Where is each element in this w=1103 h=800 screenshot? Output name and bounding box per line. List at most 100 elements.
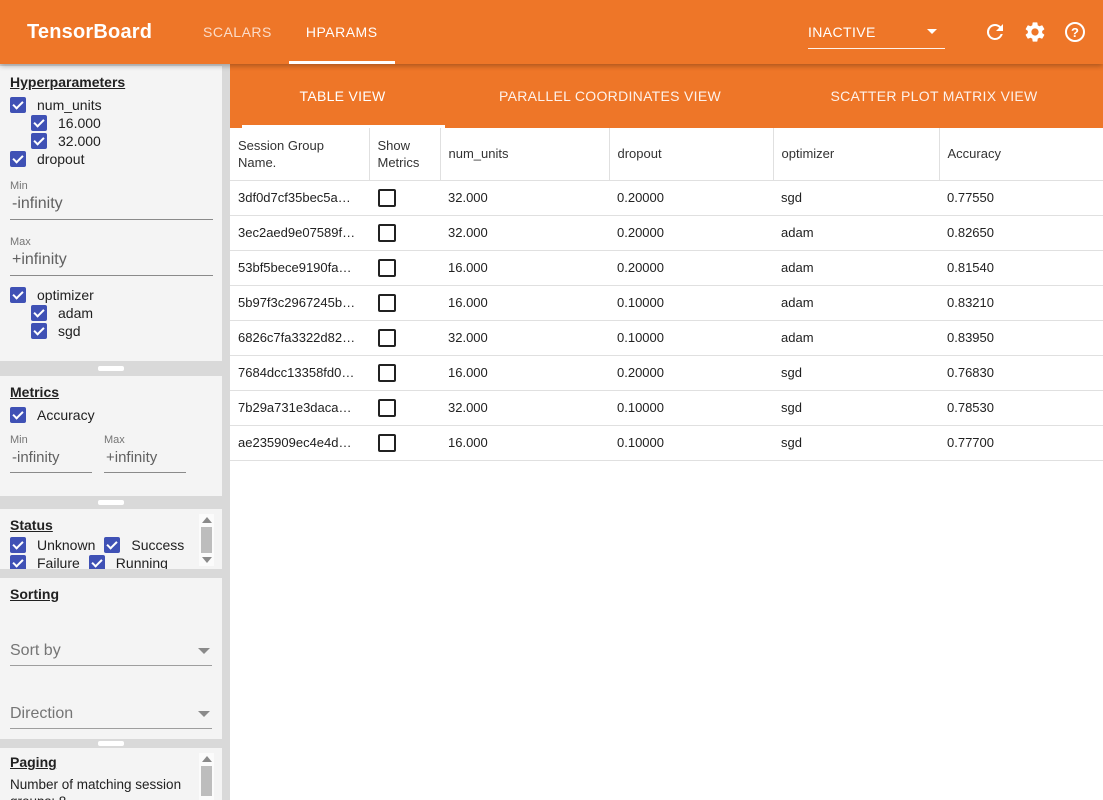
checkbox-checked-icon[interactable]: [89, 555, 105, 569]
min-input[interactable]: -infinity: [10, 446, 92, 473]
checkbox-checked-icon[interactable]: [10, 151, 26, 167]
scroll-up-icon[interactable]: [202, 756, 212, 762]
checkbox-checked-icon[interactable]: [10, 407, 26, 423]
refresh-button[interactable]: [983, 20, 1007, 44]
checkbox-row-adam[interactable]: adam: [31, 304, 222, 322]
column-header-dropout[interactable]: dropout: [609, 128, 773, 180]
help-icon: [1065, 22, 1085, 42]
num-units-value: 32.000: [440, 320, 609, 355]
show-metrics-checkbox-unchecked[interactable]: [378, 434, 396, 452]
accuracy-value: 0.81540: [939, 250, 1103, 285]
scroll-down-icon[interactable]: [202, 557, 212, 563]
num-units-value: 32.000: [440, 390, 609, 425]
checkbox-row-dropout[interactable]: dropout: [10, 150, 222, 168]
min-label: Min: [10, 180, 212, 192]
checkbox-checked-icon[interactable]: [31, 323, 47, 339]
paging-scrollbar[interactable]: [199, 753, 214, 800]
reload-status-dropdown[interactable]: INACTIVE: [808, 15, 945, 49]
status-scrollbar[interactable]: [199, 514, 214, 566]
show-metrics-checkbox-unchecked[interactable]: [378, 399, 396, 417]
num-units-value: 32.000: [440, 180, 609, 215]
checkbox-checked-icon[interactable]: [10, 287, 26, 303]
optimizer-value: adam: [773, 215, 939, 250]
checkbox-checked-icon[interactable]: [10, 555, 26, 569]
scrollbar-thumb[interactable]: [201, 766, 212, 796]
scroll-up-icon[interactable]: [202, 517, 212, 523]
column-header-show-metrics[interactable]: Show Metrics: [369, 128, 440, 180]
resize-handle[interactable]: [98, 366, 124, 371]
checkbox-row-num-units[interactable]: num_units: [10, 96, 222, 114]
sort-by-select[interactable]: Sort by: [10, 636, 212, 666]
tab-parallel-coordinates-view[interactable]: PARALLEL COORDINATES VIEW: [455, 64, 765, 128]
checkbox-row-sgd[interactable]: sgd: [31, 322, 222, 340]
checkbox-checked-icon[interactable]: [10, 537, 26, 553]
column-header-session-group-name[interactable]: Session Group Name.: [230, 128, 369, 180]
column-header-num-units[interactable]: num_units: [440, 128, 609, 180]
panel-divider: [0, 569, 222, 578]
max-input[interactable]: +infinity: [104, 446, 186, 473]
dropout-value: 0.20000: [609, 180, 773, 215]
tab-table-view-label: TABLE VIEW: [300, 88, 386, 104]
tab-scalars[interactable]: SCALARS: [186, 0, 289, 64]
status-row-1: Unknown Success: [10, 536, 222, 554]
show-metrics-checkbox-unchecked[interactable]: [378, 224, 396, 242]
direction-select[interactable]: Direction: [10, 699, 212, 729]
tab-parallel-coordinates-label: PARALLEL COORDINATES VIEW: [499, 88, 721, 104]
max-label: Max: [104, 434, 186, 446]
checkbox-label: adam: [58, 305, 93, 321]
show-metrics-checkbox-unchecked[interactable]: [378, 259, 396, 277]
settings-button[interactable]: [1023, 20, 1047, 44]
tensorboard-app: TensorBoard SCALARS HPARAMS INACTIVE: [0, 0, 1103, 800]
checkbox-label: Accuracy: [37, 407, 95, 423]
tab-scatter-plot-matrix-view[interactable]: SCATTER PLOT MATRIX VIEW: [765, 64, 1103, 128]
metrics-heading: Metrics: [10, 384, 222, 400]
tab-hparams[interactable]: HPARAMS: [289, 0, 395, 64]
status-panel: Status Unknown Success Failure Running: [0, 509, 222, 569]
show-metrics-checkbox-unchecked[interactable]: [378, 294, 396, 312]
show-metrics-checkbox-unchecked[interactable]: [378, 329, 396, 347]
column-header-optimizer[interactable]: optimizer: [773, 128, 939, 180]
hyperparameters-panel: Hyperparameters num_units 16.000 32.000 …: [0, 66, 222, 361]
min-label: Min: [10, 434, 92, 446]
panel-divider: [0, 496, 222, 509]
max-input[interactable]: +infinity: [10, 248, 213, 276]
checkbox-checked-icon[interactable]: [104, 537, 120, 553]
min-input[interactable]: -infinity: [10, 192, 213, 220]
checkbox-row-optimizer[interactable]: optimizer: [10, 286, 222, 304]
scrollbar-thumb[interactable]: [201, 527, 212, 553]
checkbox-row-16[interactable]: 16.000: [31, 114, 222, 132]
help-button[interactable]: [1063, 20, 1087, 44]
toolbar-controls: INACTIVE: [808, 0, 1087, 64]
sorting-panel: Sorting Sort by Direction: [0, 578, 222, 739]
checkbox-checked-icon[interactable]: [31, 115, 47, 131]
num-units-value: 16.000: [440, 250, 609, 285]
resize-handle[interactable]: [98, 500, 124, 505]
checkbox-label: 16.000: [58, 115, 101, 131]
paging-heading: Paging: [10, 754, 222, 770]
session-groups-table: Session Group Name. Show Metrics num_uni…: [230, 128, 1103, 461]
tab-table-view[interactable]: TABLE VIEW: [230, 64, 455, 128]
checkbox-checked-icon[interactable]: [10, 97, 26, 113]
table-header-row: Session Group Name. Show Metrics num_uni…: [230, 128, 1103, 180]
checkbox-label: Failure: [37, 555, 80, 569]
optimizer-value: adam: [773, 285, 939, 320]
session-group-name: 53bf5bece9190fa…: [230, 250, 369, 285]
checkbox-checked-icon[interactable]: [31, 305, 47, 321]
checkbox-label: Running: [116, 555, 168, 569]
checkbox-row-32[interactable]: 32.000: [31, 132, 222, 150]
table-row: 53bf5bece9190fa… 16.000 0.20000 adam 0.8…: [230, 250, 1103, 285]
column-header-accuracy[interactable]: Accuracy: [939, 128, 1103, 180]
resize-handle[interactable]: [98, 741, 124, 746]
status-row-2: Failure Running: [10, 554, 222, 569]
accuracy-value: 0.82650: [939, 215, 1103, 250]
show-metrics-checkbox-unchecked[interactable]: [378, 364, 396, 382]
accuracy-value: 0.83210: [939, 285, 1103, 320]
tab-scatter-plot-matrix-label: SCATTER PLOT MATRIX VIEW: [830, 88, 1037, 104]
sort-by-placeholder: Sort by: [10, 642, 61, 660]
show-metrics-checkbox-unchecked[interactable]: [378, 189, 396, 207]
accuracy-max-field: Max +infinity: [104, 434, 186, 473]
optimizer-value: sgd: [773, 390, 939, 425]
checkbox-checked-icon[interactable]: [31, 133, 47, 149]
max-label: Max: [10, 236, 212, 248]
checkbox-row-accuracy[interactable]: Accuracy: [10, 406, 222, 424]
